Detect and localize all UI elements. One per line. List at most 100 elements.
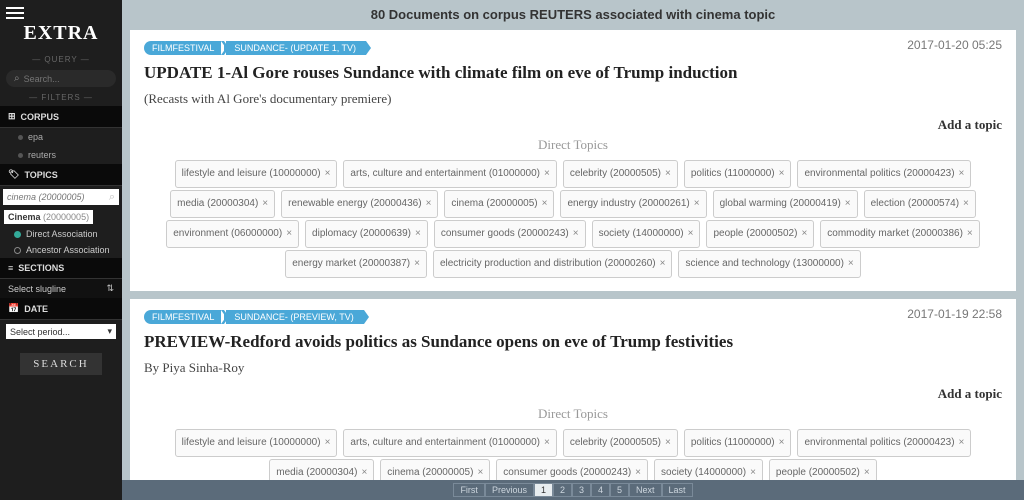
pager-page-1[interactable]: 1: [534, 483, 553, 497]
corpus-reuters[interactable]: reuters: [0, 146, 122, 164]
remove-tag-icon[interactable]: ×: [660, 258, 666, 269]
topic-tag[interactable]: media (20000304)×: [269, 459, 374, 480]
doc-title[interactable]: PREVIEW-Redford avoids politics as Sunda…: [144, 332, 1002, 352]
remove-tag-icon[interactable]: ×: [959, 437, 965, 448]
remove-tag-icon[interactable]: ×: [573, 228, 579, 239]
topic-tag[interactable]: people (20000502)×: [706, 220, 814, 248]
search-icon[interactable]: ⌕: [109, 191, 115, 204]
remove-tag-icon[interactable]: ×: [414, 258, 420, 269]
remove-tag-icon[interactable]: ×: [542, 198, 548, 209]
breadcrumb-segment[interactable]: FILMFESTIVAL: [144, 41, 224, 55]
remove-tag-icon[interactable]: ×: [325, 437, 331, 448]
corpus-epa[interactable]: epa: [0, 128, 122, 146]
remove-tag-icon[interactable]: ×: [750, 467, 756, 478]
breadcrumb-segment[interactable]: SUNDANCE- (UPDATE 1, TV): [226, 41, 366, 55]
app-logo: EXTRA: [0, 18, 122, 51]
topic-tag[interactable]: science and technology (13000000)×: [678, 250, 860, 278]
remove-tag-icon[interactable]: ×: [262, 198, 268, 209]
topic-tag[interactable]: media (20000304)×: [170, 190, 275, 218]
topic-tag[interactable]: society (14000000)×: [592, 220, 701, 248]
topic-tag[interactable]: celebrity (20000505)×: [563, 429, 678, 457]
topic-tag[interactable]: environment (06000000)×: [166, 220, 299, 248]
remove-tag-icon[interactable]: ×: [426, 198, 432, 209]
pager-prev[interactable]: Previous: [485, 483, 534, 497]
remove-tag-icon[interactable]: ×: [967, 228, 973, 239]
remove-tag-icon[interactable]: ×: [801, 228, 807, 239]
pager-next[interactable]: Next: [629, 483, 662, 497]
direct-association[interactable]: Direct Association: [0, 226, 122, 242]
remove-tag-icon[interactable]: ×: [415, 228, 421, 239]
remove-tag-icon[interactable]: ×: [694, 198, 700, 209]
topic-tag[interactable]: energy market (20000387)×: [285, 250, 427, 278]
pager-page-4[interactable]: 4: [591, 483, 610, 497]
remove-tag-icon[interactable]: ×: [779, 437, 785, 448]
remove-tag-icon[interactable]: ×: [635, 467, 641, 478]
topic-tag[interactable]: consumer goods (20000243)×: [434, 220, 586, 248]
topic-tag[interactable]: diplomacy (20000639)×: [305, 220, 428, 248]
topic-tag[interactable]: environmental politics (20000423)×: [797, 429, 971, 457]
period-select[interactable]: Select period...▾: [6, 324, 116, 339]
search-input[interactable]: [24, 74, 104, 84]
remove-tag-icon[interactable]: ×: [959, 168, 965, 179]
breadcrumb-segment[interactable]: SUNDANCE- (PREVIEW, TV): [226, 310, 363, 324]
search-pill[interactable]: ⌕: [6, 70, 116, 87]
remove-tag-icon[interactable]: ×: [688, 228, 694, 239]
topics-header[interactable]: 🏷TOPICS: [0, 164, 122, 186]
list-icon: ≡: [8, 263, 13, 273]
date-header[interactable]: 📅DATE: [0, 298, 122, 320]
direct-topics-label: Direct Topics: [144, 137, 1002, 153]
remove-tag-icon[interactable]: ×: [665, 168, 671, 179]
topic-tag[interactable]: energy industry (20000261)×: [560, 190, 706, 218]
topic-input[interactable]: [3, 189, 109, 205]
result-card: FILMFESTIVALSUNDANCE- (UPDATE 1, TV)2017…: [130, 30, 1016, 291]
topic-tag[interactable]: lifestyle and leisure (10000000)×: [175, 429, 338, 457]
topic-tag[interactable]: politics (11000000)×: [684, 429, 792, 457]
doc-title[interactable]: UPDATE 1-Al Gore rouses Sundance with cl…: [144, 63, 1002, 83]
topic-tag[interactable]: election (20000574)×: [864, 190, 976, 218]
pager-page-3[interactable]: 3: [572, 483, 591, 497]
topic-tag[interactable]: arts, culture and entertainment (0100000…: [343, 160, 556, 188]
remove-tag-icon[interactable]: ×: [665, 437, 671, 448]
remove-tag-icon[interactable]: ×: [864, 467, 870, 478]
pager-last[interactable]: Last: [662, 483, 693, 497]
topic-tag[interactable]: people (20000502)×: [769, 459, 877, 480]
remove-tag-icon[interactable]: ×: [848, 258, 854, 269]
search-button[interactable]: SEARCH: [20, 353, 102, 375]
topic-tag[interactable]: global warming (20000419)×: [713, 190, 858, 218]
chevron-down-icon: ▾: [107, 326, 112, 337]
pager-first[interactable]: First: [453, 483, 485, 497]
topic-tag[interactable]: commodity market (20000386)×: [820, 220, 979, 248]
remove-tag-icon[interactable]: ×: [544, 168, 550, 179]
remove-tag-icon[interactable]: ×: [845, 198, 851, 209]
corpus-header[interactable]: ⊞CORPUS: [0, 106, 122, 128]
remove-tag-icon[interactable]: ×: [779, 168, 785, 179]
topic-tag[interactable]: politics (11000000)×: [684, 160, 792, 188]
topic-chip-cinema[interactable]: Cinema (20000005): [4, 210, 93, 224]
pager-page-2[interactable]: 2: [553, 483, 572, 497]
remove-tag-icon[interactable]: ×: [286, 228, 292, 239]
breadcrumb-segment[interactable]: FILMFESTIVAL: [144, 310, 224, 324]
remove-tag-icon[interactable]: ×: [544, 437, 550, 448]
sections-header[interactable]: ≡SECTIONS: [0, 258, 122, 279]
remove-tag-icon[interactable]: ×: [963, 198, 969, 209]
remove-tag-icon[interactable]: ×: [325, 168, 331, 179]
add-topic-link[interactable]: Add a topic: [144, 386, 1002, 402]
topic-tag[interactable]: renewable energy (20000436)×: [281, 190, 438, 218]
pager-page-5[interactable]: 5: [610, 483, 629, 497]
topic-tag[interactable]: cinema (20000005)×: [380, 459, 490, 480]
topic-tag[interactable]: cinema (20000005)×: [444, 190, 554, 218]
topic-tag[interactable]: celebrity (20000505)×: [563, 160, 678, 188]
add-topic-link[interactable]: Add a topic: [144, 117, 1002, 133]
topic-tag[interactable]: lifestyle and leisure (10000000)×: [175, 160, 338, 188]
topic-tag[interactable]: consumer goods (20000243)×: [496, 459, 648, 480]
topic-tag[interactable]: society (14000000)×: [654, 459, 763, 480]
remove-tag-icon[interactable]: ×: [477, 467, 483, 478]
ancestor-association[interactable]: Ancestor Association: [0, 242, 122, 258]
slugline-select[interactable]: Select slugline⇅: [0, 279, 122, 298]
topic-tag[interactable]: electricity production and distribution …: [433, 250, 673, 278]
remove-tag-icon[interactable]: ×: [361, 467, 367, 478]
hamburger-icon[interactable]: [6, 4, 24, 22]
breadcrumb: FILMFESTIVALSUNDANCE- (UPDATE 1, TV): [144, 40, 368, 55]
topic-tag[interactable]: environmental politics (20000423)×: [797, 160, 971, 188]
topic-tag[interactable]: arts, culture and entertainment (0100000…: [343, 429, 556, 457]
